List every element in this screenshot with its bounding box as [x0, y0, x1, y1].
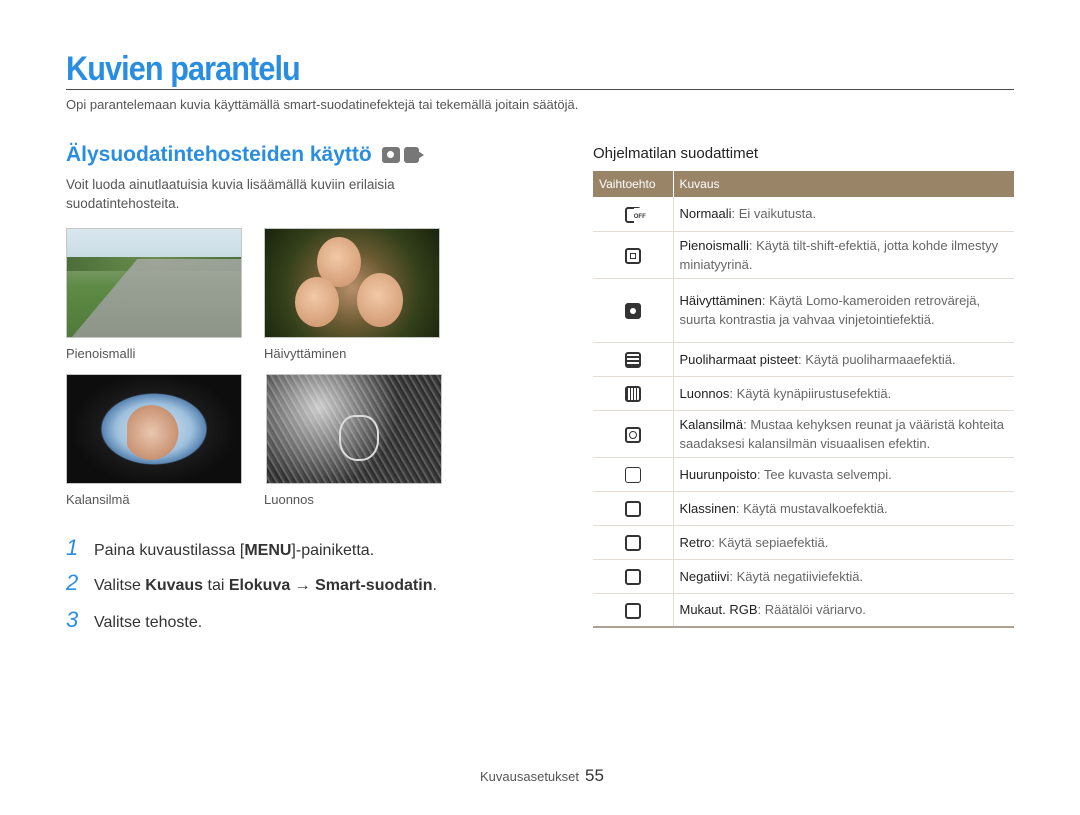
page-footer: Kuvausasetukset 55 — [480, 766, 604, 786]
filter-name: Pienoismalli — [679, 237, 749, 253]
filter-name: Retro — [679, 534, 712, 550]
sketch-example-photo — [266, 374, 442, 484]
filter-name: Normaali — [679, 206, 732, 222]
menu-key: MENU — [244, 542, 292, 559]
filter-description: : Käytä puoliharmaaefektiä. — [798, 351, 956, 367]
table-row: Klassinen: Käytä mustavalkoefektiä. — [593, 491, 1014, 526]
filter-description: : Ei vaikutusta. — [731, 206, 817, 222]
photo-caption-sketch: Luonnos — [264, 492, 314, 507]
table-row: Puoliharmaat pisteet: Käytä puoliharmaae… — [593, 342, 1014, 377]
table-row: Retro: Käytä sepiaefektiä. — [593, 525, 1014, 560]
retro-filter-icon — [624, 535, 641, 552]
footer-section-label: Kuvausasetukset — [480, 769, 580, 784]
classic-filter-icon — [624, 501, 641, 518]
photo-caption-miniature: Pienoismalli — [66, 346, 136, 361]
title-divider — [66, 89, 1014, 90]
filter-name: Kalansilmä — [679, 416, 744, 432]
table-row: Luonnos: Käytä kynäpiirustusefektiä. — [593, 376, 1014, 411]
filter-description: : Käytä kynäpiirustusefektiä. — [729, 385, 892, 401]
filter-description: : Käytä mustavalkoefektiä. — [735, 500, 888, 516]
vignette-filter-icon — [624, 303, 641, 320]
section-title-text: Älysuodatintehosteiden käyttö — [66, 143, 372, 166]
table-row: Pienoismalli: Käytä tilt-shift-efektiä, … — [593, 231, 1014, 279]
section-title: Älysuodatintehosteiden käyttö — [66, 143, 425, 167]
halftone-filter-icon — [624, 352, 641, 369]
mode-icons — [381, 147, 425, 163]
normal-filter-icon — [624, 206, 646, 227]
step-number: 2 — [66, 570, 79, 595]
step-number: 1 — [66, 535, 79, 560]
miniature-filter-icon — [624, 247, 641, 264]
defog-filter-icon — [624, 467, 641, 484]
table-heading: Ohjelmatilan suodattimet — [593, 145, 759, 162]
negative-filter-icon — [624, 569, 641, 586]
page-number: 55 — [585, 766, 604, 785]
filter-name: Negatiivi — [679, 568, 730, 584]
filter-name: Huurunpoisto — [679, 466, 757, 482]
filter-description: : Tee kuvasta selvempi. — [756, 466, 892, 482]
filter-description: : Käytä sepiaefektiä. — [711, 534, 829, 550]
custom-rgb-filter-icon — [624, 602, 641, 619]
fisheye-example-photo — [66, 374, 242, 484]
filter-name: Klassinen — [679, 500, 736, 516]
filter-description: : Räätälöi väriarvo. — [757, 602, 866, 618]
filter-name: Puoliharmaat pisteet — [679, 351, 799, 367]
table-row: Huurunpoisto: Tee kuvasta selvempi. — [593, 457, 1014, 492]
step-3: 3 Valitse tehoste. — [66, 607, 203, 632]
camera-icon — [381, 147, 400, 163]
table-row: Negatiivi: Käytä negatiiviefektiä. — [593, 559, 1014, 594]
table-header-row: Vaihtoehto Kuvaus — [593, 171, 1014, 197]
vignette-example-photo — [264, 228, 440, 338]
table-row: Häivyttäminen: Käytä Lomo-kameroiden ret… — [593, 278, 1014, 343]
page-title: Kuvien parantelu — [66, 50, 301, 88]
step-2: 2 Valitse Kuvaus tai Elokuva → Smart-suo… — [66, 570, 437, 595]
column-header-option: Vaihtoehto — [593, 171, 674, 197]
section-description: Voit luoda ainutlaatuisia kuvia lisäämäl… — [66, 177, 395, 211]
table-row: Mukaut. RGB: Räätälöi väriarvo. — [593, 593, 1014, 628]
filter-name: Häivyttäminen — [679, 293, 762, 308]
step-number: 3 — [66, 607, 79, 632]
step-1: 1 Paina kuvaustilassa [MENU]-painiketta. — [66, 535, 375, 560]
photo-caption-vignette: Häivyttäminen — [264, 346, 347, 361]
photo-caption-fisheye: Kalansilmä — [66, 492, 130, 507]
column-header-description: Kuvaus — [673, 171, 1014, 197]
filter-description: : Käytä negatiiviefektiä. — [729, 568, 864, 584]
filter-name: Mukaut. RGB — [679, 602, 758, 618]
filter-table: Vaihtoehto Kuvaus Normaali: Ei vaikutust… — [593, 171, 1014, 628]
table-row: Normaali: Ei vaikutusta. — [593, 197, 1014, 232]
video-icon — [403, 147, 424, 163]
page-intro: Opi parantelemaan kuvia käyttämällä smar… — [66, 97, 579, 112]
sketch-filter-icon — [624, 386, 641, 403]
miniature-example-photo — [66, 228, 242, 338]
filter-name: Luonnos — [679, 385, 730, 401]
table-row: Kalansilmä: Mustaa kehyksen reunat ja vä… — [593, 410, 1014, 458]
fisheye-filter-icon — [624, 426, 641, 443]
